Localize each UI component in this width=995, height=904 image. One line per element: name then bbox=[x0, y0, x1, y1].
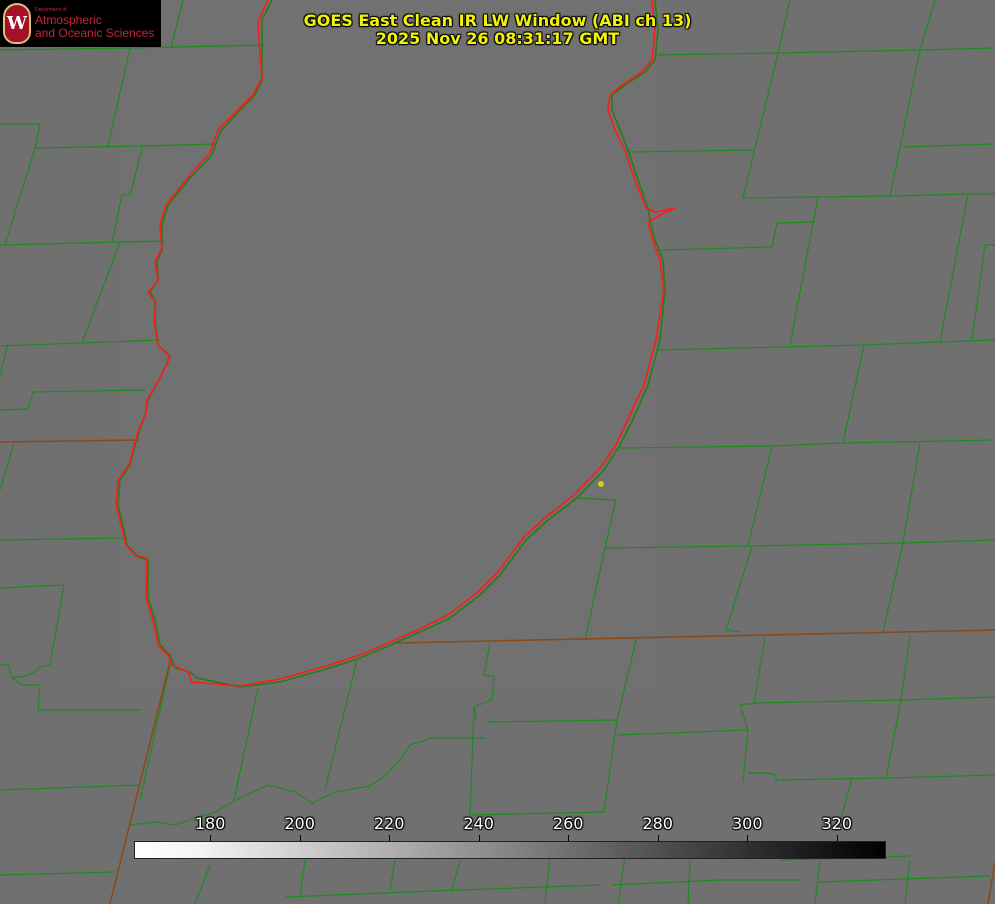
temperature-colorbar bbox=[134, 841, 886, 859]
colorbar-tick-label: 320 bbox=[821, 814, 853, 833]
colorbar-tick-label: 220 bbox=[373, 814, 405, 833]
colorbar-tick-mark bbox=[568, 835, 570, 841]
image-title-text: GOES East Clean IR LW Window (ABI ch 13) bbox=[303, 11, 692, 30]
colorbar-tick-label: 180 bbox=[194, 814, 226, 833]
colorbar-tick-mark bbox=[478, 835, 480, 841]
lake-surface bbox=[120, 0, 660, 690]
colorbar-tick-mark bbox=[657, 835, 659, 841]
image-title: GOES East Clean IR LW Window (ABI ch 13) bbox=[0, 12, 995, 30]
colorbar-tick-label: 300 bbox=[731, 814, 763, 833]
colorbar-tick-mark bbox=[836, 835, 838, 841]
colorbar-tick-label: 240 bbox=[463, 814, 494, 833]
location-marker bbox=[598, 481, 604, 487]
colorbar-tick-label: 200 bbox=[284, 814, 315, 833]
colorbar-tick-label: 260 bbox=[552, 814, 584, 833]
satellite-map bbox=[0, 0, 995, 904]
satellite-image-viewer: W Department of Atmospheric and Oceanic … bbox=[0, 0, 995, 904]
image-timestamp: 2025 Nov 26 08:31:17 GMT bbox=[0, 30, 995, 48]
colorbar-tick-mark bbox=[747, 835, 749, 841]
colorbar-tick-mark bbox=[210, 835, 212, 841]
colorbar-tick-mark bbox=[389, 835, 391, 841]
colorbar-tick-mark bbox=[299, 835, 301, 841]
colorbar-tick-label: 280 bbox=[642, 814, 673, 833]
image-timestamp-text: 2025 Nov 26 08:31:17 GMT bbox=[375, 29, 620, 48]
